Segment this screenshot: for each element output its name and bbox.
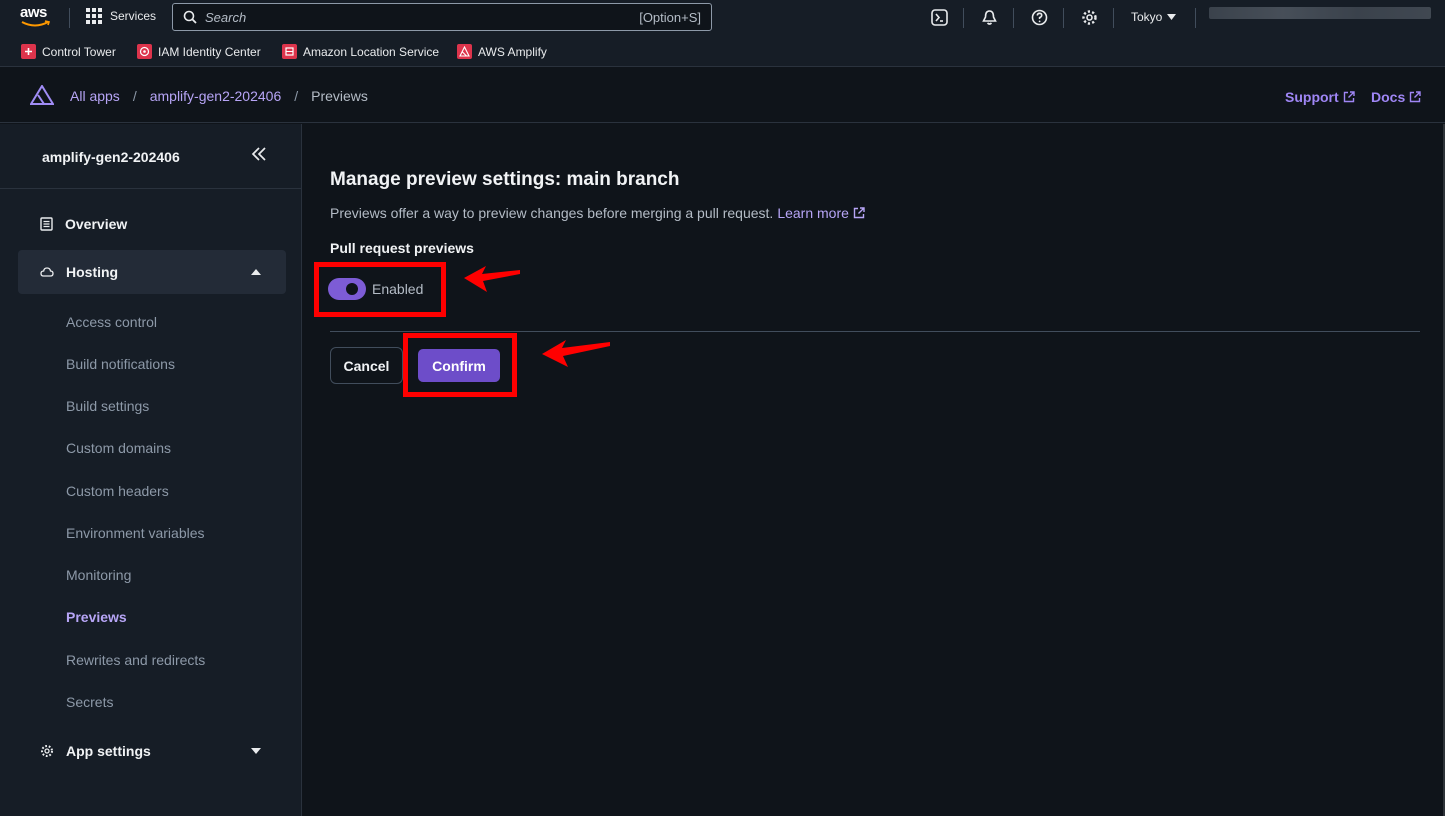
sidebar-subitem-build-settings[interactable]: Build settings <box>66 398 149 414</box>
sidebar-subitem-secrets[interactable]: Secrets <box>66 694 113 710</box>
favorite-label: AWS Amplify <box>478 44 547 59</box>
pull-request-previews-label: Pull request previews <box>330 240 474 256</box>
document-icon <box>40 217 53 231</box>
favorite-label: IAM Identity Center <box>158 44 261 59</box>
learn-more-link[interactable]: Learn more <box>777 205 865 221</box>
nav-divider <box>1063 8 1064 28</box>
sidebar-item-app-settings[interactable]: App settings <box>18 729 286 773</box>
aws-logo-text: aws <box>20 4 47 21</box>
sidebar-app-name: amplify-gen2-202406 <box>42 149 180 165</box>
support-link[interactable]: Support <box>1285 89 1355 105</box>
grid-icon <box>86 8 102 24</box>
breadcrumb-app[interactable]: amplify-gen2-202406 <box>150 88 282 104</box>
caret-up-icon <box>251 269 261 275</box>
sidebar-item-label: Overview <box>65 216 128 232</box>
top-navigation: aws Services [Option+S] Tokyo <box>0 0 1445 35</box>
description-text: Previews offer a way to preview changes … <box>330 205 774 221</box>
external-link-icon <box>1343 91 1355 103</box>
collapse-sidebar-button[interactable] <box>251 147 267 166</box>
sidebar-subitem-custom-domains[interactable]: Custom domains <box>66 440 171 456</box>
form-divider <box>330 331 1420 332</box>
aws-logo[interactable]: aws <box>20 4 54 30</box>
side-navigation: amplify-gen2-202406 Overview Hosting Acc… <box>0 124 302 816</box>
nav-divider <box>1113 8 1114 28</box>
nav-divider <box>1195 8 1196 28</box>
page-title: Manage preview settings: main branch <box>330 169 680 190</box>
highlight-box-confirm <box>403 333 517 397</box>
sidebar-divider <box>0 188 302 189</box>
services-label: Services <box>110 9 157 23</box>
learn-more-label: Learn more <box>777 205 849 221</box>
favorite-amazon-location-service[interactable]: Amazon Location Service <box>282 44 439 59</box>
docs-label: Docs <box>1371 89 1406 105</box>
support-label: Support <box>1285 89 1339 105</box>
sidebar-subitem-previews[interactable]: Previews <box>66 609 127 625</box>
account-menu-redacted[interactable] <box>1209 7 1431 19</box>
services-menu-button[interactable]: Services <box>86 8 156 24</box>
iam-icon <box>137 44 152 59</box>
cancel-button[interactable]: Cancel <box>330 347 403 384</box>
amplify-icon <box>457 44 472 59</box>
docs-link[interactable]: Docs <box>1371 89 1421 105</box>
highlight-box-toggle <box>314 262 446 317</box>
breadcrumb: All apps / amplify-gen2-202406 / Preview… <box>70 88 368 104</box>
search-input[interactable] <box>205 9 640 25</box>
search-icon <box>183 10 197 24</box>
arrow-icon <box>464 266 520 292</box>
caret-down-icon <box>251 748 261 754</box>
sidebar-subitem-monitoring[interactable]: Monitoring <box>66 567 131 583</box>
breadcrumb-current: Previews <box>311 88 368 104</box>
breadcrumb-all-apps[interactable]: All apps <box>70 88 120 104</box>
sidebar-item-overview[interactable]: Overview <box>18 202 286 246</box>
main-content: Manage preview settings: main branch Pre… <box>302 124 1445 816</box>
cloudshell-icon[interactable] <box>930 8 948 26</box>
external-link-icon <box>1410 91 1421 103</box>
nav-divider <box>69 8 70 28</box>
sidebar-item-hosting[interactable]: Hosting <box>18 250 286 294</box>
favorite-label: Control Tower <box>42 44 116 59</box>
region-selector[interactable]: Tokyo <box>1131 10 1177 24</box>
aws-smile-icon <box>21 20 51 27</box>
notifications-bell-icon[interactable] <box>980 8 998 26</box>
cloud-icon <box>40 267 54 277</box>
sidebar-subitem-environment-variables[interactable]: Environment variables <box>66 525 205 541</box>
nav-divider <box>963 8 964 28</box>
help-icon[interactable] <box>1030 8 1048 26</box>
search-shortcut-hint: [Option+S] <box>639 9 701 25</box>
search-box[interactable]: [Option+S] <box>172 3 712 31</box>
caret-down-icon <box>1167 14 1177 20</box>
amplify-logo-icon[interactable] <box>29 84 55 110</box>
page-description: Previews offer a way to preview changes … <box>330 205 865 221</box>
favorites-bar: Control Tower IAM Identity Center Amazon… <box>0 35 1445 67</box>
sidebar-subitem-access-control[interactable]: Access control <box>66 314 157 330</box>
favorite-aws-amplify[interactable]: AWS Amplify <box>457 44 547 59</box>
external-link-icon <box>853 207 865 219</box>
sidebar-item-label: Hosting <box>66 264 119 280</box>
sidebar-item-label: App settings <box>66 743 151 759</box>
arrow-icon <box>542 340 610 367</box>
settings-gear-icon <box>41 745 53 757</box>
favorite-iam-identity-center[interactable]: IAM Identity Center <box>137 44 261 59</box>
settings-gear-icon[interactable] <box>1080 8 1098 26</box>
favorite-control-tower[interactable]: Control Tower <box>21 44 116 59</box>
location-icon <box>282 44 297 59</box>
sidebar-subitem-build-notifications[interactable]: Build notifications <box>66 356 175 372</box>
favorite-label: Amazon Location Service <box>303 44 440 59</box>
sidebar-subitem-rewrites-redirects[interactable]: Rewrites and redirects <box>66 652 205 668</box>
sidebar-subitem-custom-headers[interactable]: Custom headers <box>66 483 169 499</box>
control-tower-icon <box>21 44 36 59</box>
nav-divider <box>1013 8 1014 28</box>
region-label: Tokyo <box>1131 10 1163 24</box>
double-chevron-left-icon <box>251 147 266 161</box>
amplify-header: All apps / amplify-gen2-202406 / Preview… <box>0 68 1445 123</box>
